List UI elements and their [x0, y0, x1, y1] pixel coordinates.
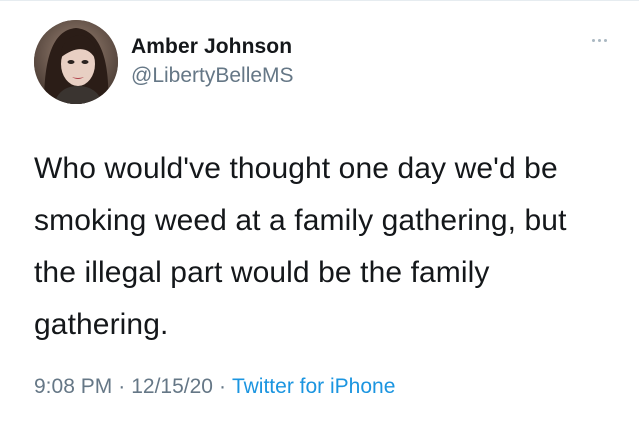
more-dot [603, 38, 607, 42]
author-names: Amber Johnson @LibertyBelleMS [131, 34, 294, 90]
top-divider [0, 0, 639, 1]
tweet-header: Amber Johnson @LibertyBelleMS [34, 20, 614, 104]
tweet-metadata: 9:08 PM · 12/15/20 · Twitter for iPhone [34, 373, 395, 401]
tweet-time[interactable]: 9:08 PM [34, 375, 112, 398]
more-dot [591, 38, 595, 42]
avatar-image [34, 20, 118, 104]
author-display-name[interactable]: Amber Johnson [131, 34, 294, 60]
meta-separator: · [218, 375, 226, 398]
avatar[interactable] [34, 20, 118, 104]
more-horizontal-icon[interactable] [584, 30, 614, 50]
tweet-source-link[interactable]: Twitter for iPhone [232, 375, 395, 398]
more-dot [597, 38, 601, 42]
tweet-text: Who would've thought one day we'd be smo… [34, 152, 567, 341]
tweet-date[interactable]: 12/15/20 [131, 375, 213, 398]
meta-separator: · [118, 375, 126, 398]
author-handle[interactable]: @LibertyBelleMS [131, 62, 294, 90]
